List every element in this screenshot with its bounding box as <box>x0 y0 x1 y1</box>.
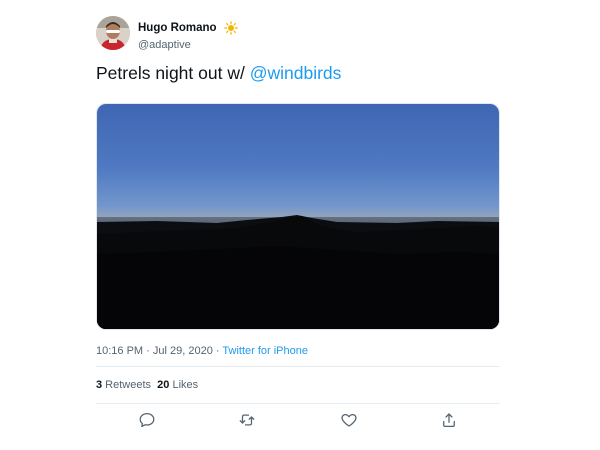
tweet-text: Petrels night out w/ @windbirds <box>96 62 341 84</box>
tweet-time[interactable]: 10:16 PM <box>96 345 143 357</box>
tweet-card: Hugo Romano @adaptive Petrels night out … <box>96 14 500 427</box>
tweet-date[interactable]: Jul 29, 2020 <box>153 345 213 357</box>
tweet-photo[interactable] <box>96 103 500 330</box>
like-button[interactable] <box>339 412 359 432</box>
divider <box>96 366 500 367</box>
likes-count: 20 <box>157 379 170 391</box>
meta-separator: · <box>143 345 153 357</box>
heart-icon <box>340 411 358 434</box>
tweet-stats: 3 Retweets 20 Likes <box>96 379 198 391</box>
likes-label: Likes <box>169 379 199 391</box>
mention-link[interactable]: @windbirds <box>250 63 342 83</box>
reply-icon <box>138 411 156 434</box>
author-info[interactable]: Hugo Romano @adaptive <box>138 19 238 51</box>
tweet-metadata: 10:16 PM · Jul 29, 2020 · Twitter for iP… <box>96 345 308 357</box>
sun-icon <box>224 20 238 35</box>
author-display-name[interactable]: Hugo Romano <box>138 22 217 34</box>
likes-stat[interactable]: 20 Likes <box>157 379 198 391</box>
tweet-text-body: Petrels night out w/ <box>96 63 250 83</box>
share-button[interactable] <box>439 412 459 432</box>
meta-separator: · <box>212 345 223 357</box>
tweet-actions <box>96 412 500 434</box>
reply-button[interactable] <box>137 412 157 432</box>
retweet-icon <box>238 411 256 434</box>
retweet-button[interactable] <box>237 412 257 432</box>
retweets-stat[interactable]: 3 Retweets <box>96 379 151 391</box>
share-icon <box>440 411 458 434</box>
avatar[interactable] <box>96 16 130 50</box>
author-handle[interactable]: @adaptive <box>138 39 238 51</box>
divider <box>96 403 500 404</box>
retweets-label: Retweets <box>102 379 152 391</box>
tweet-source[interactable]: Twitter for iPhone <box>222 345 308 357</box>
tweet-header: Hugo Romano @adaptive <box>96 14 500 54</box>
